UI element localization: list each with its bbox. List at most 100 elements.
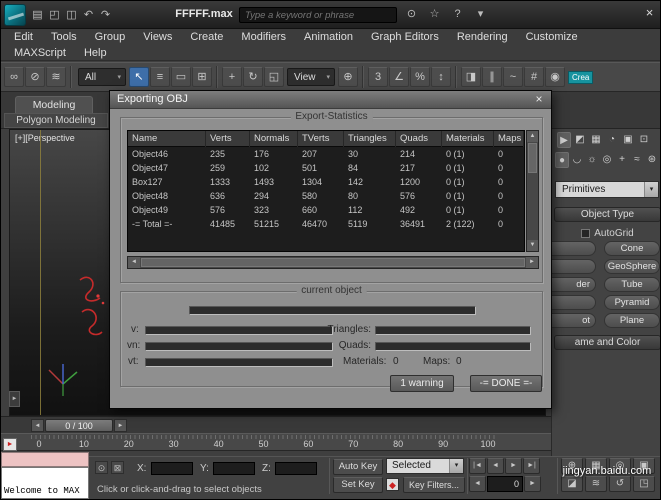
previous-frame-icon[interactable]: ◄: [487, 458, 504, 474]
snap-toggle-icon[interactable]: 3: [368, 67, 388, 87]
current-time-field[interactable]: 0: [487, 476, 523, 492]
reference-coordinate-dropdown[interactable]: View ▾: [287, 68, 335, 86]
play-animation-icon[interactable]: ►: [505, 458, 522, 474]
object-type-button[interactable]: Plane: [604, 313, 660, 328]
menu-item[interactable]: Rendering: [448, 29, 517, 45]
close-icon[interactable]: ×: [641, 5, 658, 22]
done-button[interactable]: -= DONE =-: [470, 375, 542, 392]
menu-item[interactable]: Modifiers: [232, 29, 295, 45]
menu-item[interactable]: Group: [86, 29, 135, 45]
search-icon[interactable]: ⊙: [403, 6, 420, 22]
previous-frame-arrow-icon[interactable]: ◄: [31, 419, 44, 432]
dialog-title-bar[interactable]: Exporting OBJ ×: [110, 91, 551, 109]
communication-center-icon[interactable]: ☆: [426, 6, 443, 22]
scroll-left-icon[interactable]: ◄: [128, 257, 140, 268]
name-and-color-rollout[interactable]: ame and Color: [554, 335, 660, 350]
time-slider[interactable]: ◄ 0 / 100 ►: [1, 416, 551, 433]
time-slider-handle[interactable]: 0 / 100: [45, 419, 113, 432]
spinner-snap-icon[interactable]: ↕: [431, 67, 451, 87]
z-coordinate-field[interactable]: [275, 462, 317, 475]
menu-item[interactable]: Edit: [5, 29, 42, 45]
object-type-rollout[interactable]: Object Type: [554, 207, 660, 222]
window-crossing-icon[interactable]: ⊞: [192, 67, 212, 87]
x-coordinate-field[interactable]: [151, 462, 193, 475]
maximize-viewport-icon[interactable]: ◳: [633, 476, 655, 492]
use-pivot-center-icon[interactable]: ⊕: [338, 67, 358, 87]
utilities-tab-icon[interactable]: ⊡: [637, 132, 651, 148]
key-step-back-icon[interactable]: ◄: [469, 476, 486, 492]
macro-recorder-pane[interactable]: [1, 452, 89, 467]
key-filter-icon[interactable]: ◆: [386, 478, 399, 491]
space-warps-category-icon[interactable]: ≈: [630, 152, 644, 168]
scroll-right-icon[interactable]: ►: [526, 257, 538, 268]
orbit-icon[interactable]: ↺: [609, 476, 631, 492]
3dsmax-logo-icon[interactable]: [4, 4, 26, 26]
unlink-selection-icon[interactable]: ⊘: [25, 67, 45, 87]
viewport-tab-expand-icon[interactable]: ►: [9, 391, 20, 407]
lights-category-icon[interactable]: ☼: [585, 152, 599, 168]
object-type-button[interactable]: Pyramid: [604, 295, 660, 310]
menu-item[interactable]: MAXScript: [5, 45, 75, 61]
menu-item[interactable]: Help: [75, 45, 116, 61]
track-bar[interactable]: 0 10 20 30 40 50 60 70 80 90 100: [1, 433, 551, 451]
field-of-view-icon[interactable]: ◪: [561, 476, 583, 492]
y-coordinate-field[interactable]: [213, 462, 255, 475]
vertical-scrollbar[interactable]: ▲ ▼: [526, 130, 539, 252]
display-tab-icon[interactable]: ▣: [621, 132, 635, 148]
horizontal-scrollbar[interactable]: ◄ ►: [127, 256, 539, 269]
menu-item[interactable]: Tools: [42, 29, 86, 45]
maxscript-listener-pane[interactable]: Welcome to MAX: [1, 467, 89, 499]
undo-icon[interactable]: ↶: [80, 7, 97, 23]
menu-item[interactable]: Animation: [295, 29, 362, 45]
help-icon[interactable]: ?: [449, 6, 466, 22]
help-menu-arrow-icon[interactable]: ▾: [472, 6, 489, 22]
next-frame-arrow-icon[interactable]: ►: [114, 419, 127, 432]
render-setup-icon[interactable]: ◉: [545, 67, 565, 87]
scroll-down-icon[interactable]: ▼: [527, 240, 538, 251]
save-file-icon[interactable]: ◫: [63, 7, 80, 23]
key-filters-button[interactable]: Key Filters...: [403, 477, 465, 493]
menu-item[interactable]: Graph Editors: [362, 29, 448, 45]
curve-editor-icon[interactable]: ~: [503, 67, 523, 87]
motion-tab-icon[interactable]: ◔: [605, 132, 619, 148]
new-scene-icon[interactable]: ▤: [29, 7, 46, 23]
hierarchy-tab-icon[interactable]: ▦: [589, 132, 603, 148]
modify-tab-icon[interactable]: ◩: [573, 132, 587, 148]
search-input[interactable]: [239, 7, 397, 23]
angle-snap-icon[interactable]: ∠: [389, 67, 409, 87]
redo-icon[interactable]: ↷: [97, 7, 114, 23]
key-step-forward-icon[interactable]: ►: [524, 476, 541, 492]
tab-polygon-modeling[interactable]: Polygon Modeling: [4, 113, 108, 128]
select-and-scale-icon[interactable]: ◱: [264, 67, 284, 87]
object-type-button[interactable]: Cone: [604, 241, 660, 256]
scrollbar-thumb[interactable]: [528, 143, 537, 173]
scroll-up-icon[interactable]: ▲: [527, 131, 538, 142]
object-type-button[interactable]: GeoSphere: [604, 259, 660, 274]
selection-lock-icon[interactable]: ⊠: [111, 461, 124, 474]
select-by-name-icon[interactable]: ≡: [150, 67, 170, 87]
warning-button[interactable]: 1 warning: [390, 375, 454, 392]
menu-item[interactable]: Create: [181, 29, 232, 45]
menu-item[interactable]: Views: [134, 29, 181, 45]
go-to-end-icon[interactable]: ►|: [523, 458, 540, 474]
object-type-button[interactable]: Tube: [604, 277, 660, 292]
shapes-category-icon[interactable]: ◡: [570, 152, 584, 168]
menu-item[interactable]: Customize: [517, 29, 587, 45]
geometry-category-icon[interactable]: ●: [555, 152, 569, 168]
rectangular-selection-region-icon[interactable]: ▭: [171, 67, 191, 87]
select-and-rotate-icon[interactable]: ↻: [243, 67, 263, 87]
systems-category-icon[interactable]: ⊛: [645, 152, 659, 168]
select-and-link-icon[interactable]: ∞: [4, 67, 24, 87]
tab-modeling[interactable]: Modeling: [15, 96, 93, 113]
schematic-view-icon[interactable]: #: [524, 67, 544, 87]
auto-key-button[interactable]: Auto Key: [333, 459, 383, 475]
helpers-category-icon[interactable]: +: [615, 152, 629, 168]
key-mode-dropdown[interactable]: Selected ▾: [386, 458, 464, 474]
mirror-icon[interactable]: ◨: [461, 67, 481, 87]
isolate-selection-icon[interactable]: ⊙: [95, 461, 108, 474]
select-and-move-icon[interactable]: +: [222, 67, 242, 87]
dialog-close-icon[interactable]: ×: [532, 92, 546, 106]
selection-filter-dropdown[interactable]: All ▾: [78, 68, 126, 86]
select-object-icon[interactable]: ↖: [129, 67, 149, 87]
autogrid-checkbox[interactable]: [581, 229, 591, 238]
